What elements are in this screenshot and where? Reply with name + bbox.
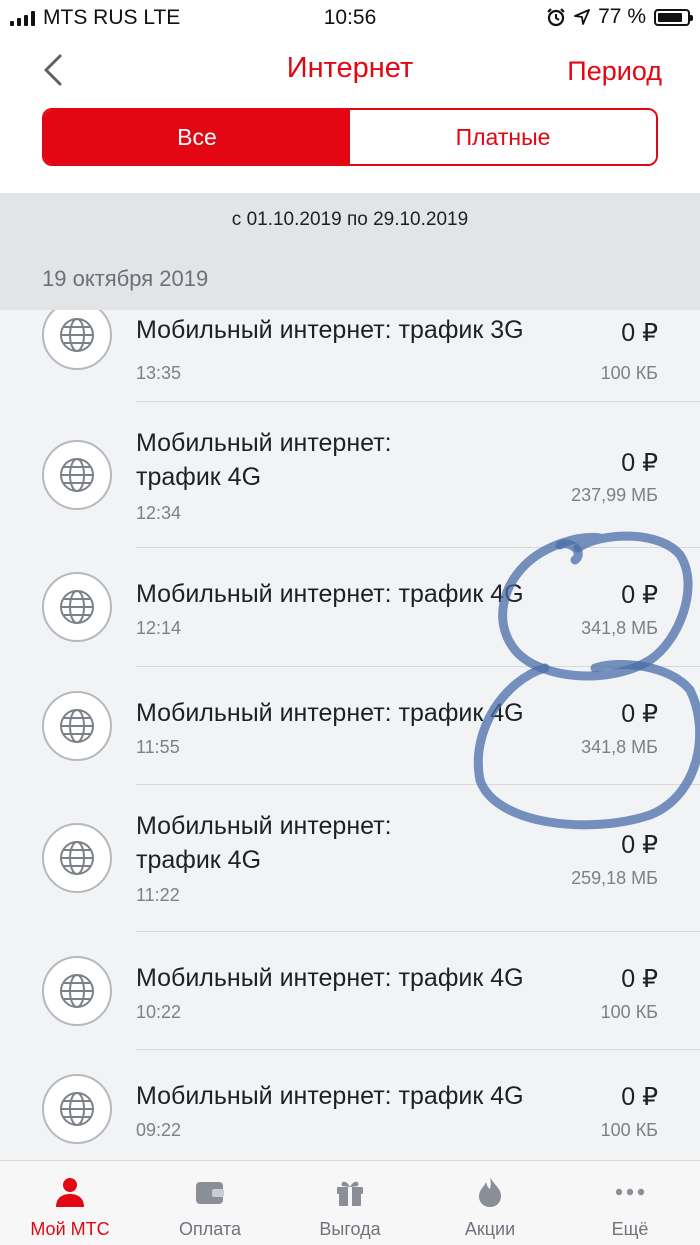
entry-time: 10:22 — [136, 1002, 182, 1022]
entry-size: 100 КБ — [600, 1120, 658, 1140]
globe-icon — [42, 956, 112, 1026]
tab-more[interactable]: Ещё — [560, 1161, 700, 1245]
entry-time: 09:22 — [136, 1120, 182, 1140]
entry-size: 259,18 МБ — [571, 868, 658, 888]
entry-size: 100 КБ — [600, 363, 658, 383]
globe-icon — [42, 572, 112, 642]
tab-benefits[interactable]: Выгода — [280, 1161, 420, 1245]
list-item[interactable]: Мобильный интернет: трафик 3G 13:35 0 ₽ … — [0, 310, 700, 402]
entry-size: 237,99 МБ — [571, 485, 658, 505]
list-item[interactable]: Мобильный интернет: трафик 4G 12:14 0 ₽ … — [0, 548, 700, 667]
tab-bar: Мой МТС Оплата Выгода Акции Ещё — [0, 1160, 700, 1245]
list-item[interactable]: Мобильный интернет: трафик 4G 11:22 0 ₽ … — [0, 785, 700, 932]
tab-label: Акции — [464, 1219, 516, 1239]
entry-title: Мобильный интернет: трафик 3G — [136, 316, 524, 344]
entry-size: 341,8 МБ — [581, 737, 658, 757]
entry-price: 0 ₽ — [621, 700, 658, 728]
gift-icon — [333, 1175, 367, 1209]
entry-price: 0 ₽ — [621, 1083, 658, 1111]
entry-title: Мобильный интернет: трафик 4G — [136, 580, 524, 608]
tab-label: Выгода — [319, 1219, 381, 1239]
wallet-icon — [193, 1175, 227, 1209]
tab-promotions[interactable]: Акции — [420, 1161, 560, 1245]
entry-title: Мобильный интернет: трафик 4G — [136, 429, 392, 491]
segment-paid[interactable]: Платные — [350, 110, 656, 164]
person-icon — [53, 1175, 87, 1209]
list-item[interactable]: Мобильный интернет: трафик 4G 09:22 0 ₽ … — [0, 1050, 700, 1160]
transactions-list[interactable]: Мобильный интернет: трафик 3G 13:35 0 ₽ … — [0, 310, 700, 1160]
globe-icon — [42, 823, 112, 893]
period-header: с 01.10.2019 по 29.10.2019 19 октября 20… — [0, 193, 700, 310]
more-dots-icon — [613, 1175, 647, 1209]
tab-label: Мой МТС — [30, 1219, 110, 1239]
filter-segmented-control: Все Платные — [42, 108, 658, 166]
alarm-icon — [547, 8, 565, 27]
entry-time: 11:22 — [136, 885, 180, 905]
tab-label: Оплата — [179, 1219, 241, 1239]
flame-icon — [473, 1175, 507, 1209]
list-item[interactable]: Мобильный интернет: трафик 4G 10:22 0 ₽ … — [0, 932, 700, 1050]
location-arrow-icon — [574, 9, 591, 25]
entry-price: 0 ₽ — [621, 581, 658, 609]
list-item[interactable]: Мобильный интернет: трафик 4G 12:34 0 ₽ … — [0, 402, 700, 548]
tab-label: Ещё — [611, 1219, 649, 1239]
entry-time: 12:14 — [136, 618, 182, 638]
globe-icon — [42, 1074, 112, 1144]
battery-icon — [654, 8, 693, 26]
entry-price: 0 ₽ — [621, 831, 658, 859]
entry-price: 0 ₽ — [621, 965, 658, 993]
list-item[interactable]: Мобильный интернет: трафик 4G 11:55 0 ₽ … — [0, 667, 700, 785]
entry-time: 11:55 — [136, 737, 180, 757]
entry-title: Мобильный интернет: трафик 4G — [136, 699, 524, 727]
globe-icon — [42, 310, 112, 370]
battery-percent: 77 % — [598, 5, 646, 28]
segment-all[interactable]: Все — [44, 110, 350, 164]
status-right: 77 % — [546, 5, 693, 29]
date-section-header: 19 октября 2019 — [42, 266, 209, 291]
tab-payment[interactable]: Оплата — [140, 1161, 280, 1245]
status-bar: MTS RUS LTE 10:56 77 % — [0, 0, 700, 34]
globe-icon — [42, 691, 112, 761]
globe-icon — [42, 440, 112, 510]
entry-time: 12:34 — [136, 503, 182, 523]
entry-title: Мобильный интернет: трафик 4G — [136, 1082, 524, 1110]
tab-my-mts[interactable]: Мой МТС — [0, 1161, 140, 1245]
entry-size: 100 КБ — [600, 1002, 658, 1022]
entry-price: 0 ₽ — [621, 319, 658, 347]
entry-size: 341,8 МБ — [581, 618, 658, 638]
period-button[interactable]: Период — [567, 56, 662, 87]
entry-price: 0 ₽ — [621, 449, 658, 477]
entry-time: 13:35 — [136, 363, 182, 383]
nav-bar: Интернет Период — [0, 34, 700, 106]
entry-title: Мобильный интернет: трафик 4G — [136, 964, 524, 992]
period-range: с 01.10.2019 по 29.10.2019 — [231, 209, 469, 230]
entry-title: Мобильный интернет: трафик 4G — [136, 812, 392, 874]
